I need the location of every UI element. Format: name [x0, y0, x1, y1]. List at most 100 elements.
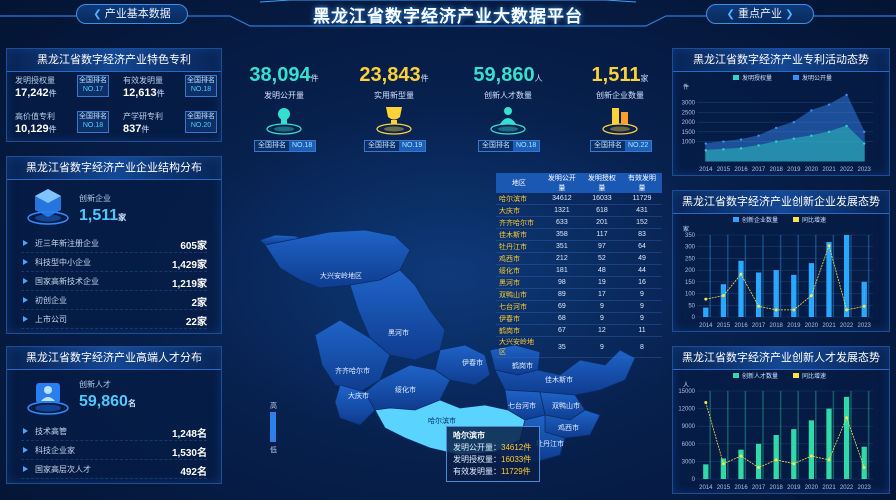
growth-point — [739, 272, 743, 276]
building-icon — [602, 108, 638, 135]
bar-guide — [850, 235, 852, 317]
table-row[interactable]: 七台河市 69 9 9 — [496, 300, 662, 313]
table-cell: 大兴安岭地区 — [496, 336, 542, 358]
bar-guide — [779, 391, 782, 479]
rank-badge-label: 全国排名 — [79, 113, 107, 120]
kpi-label: 发明公开量 — [264, 91, 304, 100]
list-item-label: 技术高管 — [35, 427, 67, 436]
table-cell: 12 — [581, 324, 622, 337]
kpi-label: 创新人才数量 — [484, 91, 532, 100]
bar-guide — [709, 391, 711, 479]
x-tick-label: 2023 — [858, 485, 872, 491]
enterprise-panel: 黑龙江省数字经济产业企业结构分布 创新企业 1,511家 近三年新注册企业 605… — [6, 156, 222, 334]
growth-point — [757, 304, 761, 308]
x-tick-label: 2018 — [770, 323, 784, 329]
patent-stat-label: 发明授权量 — [15, 76, 55, 85]
table-cell: 358 — [541, 228, 582, 241]
patent-stat-value: 837件 — [123, 123, 149, 135]
rank-badge-label: 全国排名 — [187, 77, 215, 84]
table-row[interactable]: 大兴安岭地区 35 9 8 — [496, 336, 662, 358]
table-cell: 佳木斯市 — [496, 228, 542, 241]
kpi-unit: 家 — [640, 74, 649, 83]
legend-swatch — [793, 75, 799, 80]
table-cell: 8 — [621, 336, 662, 358]
legend-swatch — [793, 373, 799, 378]
table-row[interactable]: 黑河市 98 19 16 — [496, 276, 662, 289]
x-tick-label: 2019 — [787, 485, 801, 491]
table-row[interactable]: 绥化市 181 48 44 — [496, 264, 662, 277]
tooltip-row-label: 有效发明量： — [453, 467, 501, 476]
bullet-icon — [23, 428, 28, 434]
tooltip-row-value: 34612件 — [501, 443, 532, 452]
enterprise-trend-chart: 创新企业数量 同比增速家 0 50 100 150 200 250 300 350 2014 2015… — [683, 216, 873, 329]
kpi-card: 38,094件 发明公开量 全国排名 NO.18 — [236, 64, 332, 154]
bar — [861, 281, 867, 317]
growth-point — [704, 297, 708, 301]
table-cell: 35 — [541, 336, 582, 358]
rank-badge: 全国排名 NO.18 — [185, 75, 217, 97]
patent-panel: 黑龙江省数字经济产业特色专利 发明授权量 17,242件 全国排名 NO.17 有效发明… — [6, 48, 222, 142]
table-row[interactable]: 大庆市 1321 618 431 — [496, 204, 662, 217]
kpi-rank-label: 全国排名 — [594, 142, 622, 149]
bar — [791, 429, 797, 479]
kpi-number: 38,094 — [249, 64, 311, 86]
table-cell: 52 — [581, 252, 622, 265]
list-item-value: 1,429家 — [171, 260, 207, 271]
table-cell: 69 — [541, 300, 582, 313]
patent-stat-unit: 件 — [156, 89, 165, 98]
table-row[interactable]: 牡丹江市 351 97 64 — [496, 240, 662, 253]
data-point — [863, 142, 866, 145]
bar-guide — [832, 235, 835, 317]
data-point — [775, 140, 778, 143]
data-point — [810, 134, 813, 137]
y-tick-label: 100 — [685, 292, 696, 298]
table-header: 发明公开量 — [541, 173, 582, 193]
table-row[interactable]: 鸡西市 212 52 49 — [496, 252, 662, 265]
table-row[interactable]: 双鸭山市 89 17 9 — [496, 288, 662, 301]
y-tick-label: 300 — [685, 245, 696, 251]
basic-data-button[interactable]: ❮ 产业基本数据 — [76, 4, 188, 24]
kpi-rank-badge: 全国排名 NO.18 — [254, 140, 317, 152]
bar-guide — [709, 235, 711, 317]
table-row[interactable]: 齐齐哈尔市 633 201 152 — [496, 216, 662, 229]
growth-point — [704, 400, 708, 404]
kpi-rank-number: NO.18 — [513, 141, 540, 151]
innovative-talent-value: 59,860名 — [79, 393, 136, 411]
table-header: 地区 — [496, 173, 542, 193]
table-cell: 伊春市 — [496, 312, 542, 325]
table-cell: 11 — [621, 324, 662, 337]
kpi-number: 59,860 — [473, 64, 535, 86]
growth-point — [792, 462, 796, 466]
talent-trend-title: 黑龙江省数字经济产业创新人才发展态势 — [673, 347, 889, 370]
table-cell: 152 — [621, 216, 662, 229]
rank-badge: 全国排名 NO.18 — [77, 111, 109, 133]
growth-point — [827, 458, 831, 462]
table-cell: 七台河市 — [496, 300, 542, 313]
x-tick-label: 2023 — [858, 323, 872, 329]
table-row[interactable]: 佳木斯市 358 117 83 — [496, 228, 662, 241]
legend-swatch — [733, 373, 739, 378]
map-region-label: 哈尔滨市 — [428, 416, 456, 425]
key-industry-button[interactable]: ❮ 重点产业 ❯ — [706, 4, 814, 24]
list-item: 上市公司 22家 — [21, 311, 207, 329]
growth-point — [809, 454, 813, 458]
table-cell: 97 — [581, 240, 622, 253]
person-icon — [490, 107, 526, 135]
table-row[interactable]: 鹤岗市 67 12 11 — [496, 324, 662, 337]
table-row[interactable]: 哈尔滨市 34612 16033 11729 — [496, 193, 662, 205]
tooltip-row-label: 发明公开量： — [453, 443, 501, 452]
legend-label: 创新人才数量 — [742, 372, 778, 380]
bulb-icon — [266, 108, 302, 135]
list-item-value: 1,530名 — [171, 448, 207, 459]
legend-label: 同比增速 — [802, 216, 826, 224]
data-point — [810, 109, 813, 112]
y-tick-label: 1000 — [682, 140, 696, 146]
tooltip-row-value: 16033件 — [501, 455, 532, 464]
x-tick-label: 2016 — [734, 485, 748, 491]
x-tick-label: 2019 — [787, 323, 801, 329]
x-tick-label: 2017 — [752, 485, 766, 491]
growth-point — [862, 304, 866, 308]
kpi-rank-number: NO.22 — [625, 141, 652, 151]
table-row[interactable]: 伊春市 68 9 9 — [496, 312, 662, 325]
talent-panel-title: 黑龙江省数字经济产业高端人才分布 — [7, 347, 221, 370]
